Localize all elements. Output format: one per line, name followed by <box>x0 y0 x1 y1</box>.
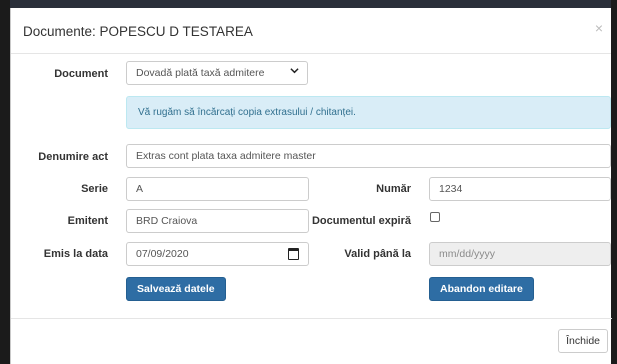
close-icon[interactable]: × <box>595 20 603 36</box>
denumire-act-input[interactable]: Extras cont plata taxa admitere master <box>126 144 611 168</box>
valid-pana-la-label: Valid până la <box>344 248 411 260</box>
page-backdrop-right <box>611 0 617 364</box>
cancel-edit-button[interactable]: Abandon editare <box>429 277 534 301</box>
close-button[interactable]: Închide <box>558 329 608 353</box>
emis-la-data-value: 07/09/2020 <box>136 248 189 260</box>
upload-info-alert: Vă rugăm să încărcați copia extrasului /… <box>126 96 611 129</box>
emitent-label: Emitent <box>67 215 108 227</box>
save-button[interactable]: Salvează datele <box>126 277 226 301</box>
chevron-down-icon <box>290 66 299 78</box>
document-select-value: Dovadă plată taxă admitere <box>136 67 265 79</box>
calendar-icon[interactable] <box>288 248 299 260</box>
document-label: Document <box>54 68 108 80</box>
serie-input[interactable]: A <box>126 177 309 201</box>
modal-footer: Închide <box>11 318 612 364</box>
documents-modal: Documente: POPESCU D TESTAREA × Document… <box>10 8 612 364</box>
valid-pana-la-input: mm/dd/yyyy <box>429 242 611 266</box>
page-backdrop-left <box>0 0 10 364</box>
emitent-input[interactable]: BRD Craiova <box>126 209 309 233</box>
page-backdrop-top <box>0 0 617 8</box>
modal-header: Documente: POPESCU D TESTAREA × <box>11 8 611 54</box>
documentul-expira-label: Documentul expiră <box>311 215 411 227</box>
denumire-act-label: Denumire act <box>38 151 108 163</box>
document-select[interactable]: Dovadă plată taxă admitere <box>126 61 308 85</box>
emis-la-data-input[interactable]: 07/09/2020 <box>126 242 309 266</box>
numar-input[interactable]: 1234 <box>429 177 611 201</box>
modal-title: Documente: POPESCU D TESTAREA <box>23 24 253 39</box>
emis-la-data-label: Emis la data <box>43 248 108 260</box>
serie-label: Serie <box>81 183 108 195</box>
documentul-expira-checkbox[interactable] <box>430 212 440 222</box>
numar-label: Număr <box>376 183 411 195</box>
